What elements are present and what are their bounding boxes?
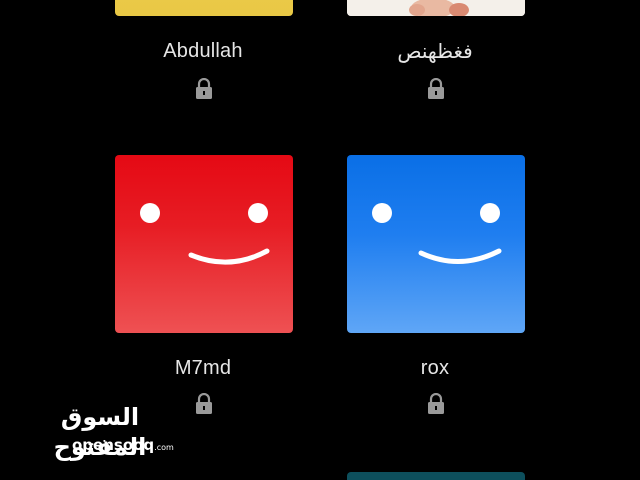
profile-avatar-rox[interactable] bbox=[347, 155, 525, 333]
profile-name[interactable]: M7md bbox=[93, 356, 313, 380]
lock-icon bbox=[196, 78, 212, 99]
smiley-face-icon bbox=[372, 203, 502, 264]
lock-icon bbox=[428, 78, 444, 99]
lock-icon bbox=[196, 393, 212, 414]
watermark-latin-text: opensooq.com bbox=[72, 436, 174, 454]
profile-avatar-abdullah[interactable] bbox=[115, 0, 293, 16]
lock-icon bbox=[428, 393, 444, 414]
smiley-face-icon bbox=[140, 203, 270, 265]
profile-name[interactable]: rox bbox=[325, 356, 545, 380]
profile-avatar-photo[interactable] bbox=[347, 0, 525, 16]
profile-selection-screen: Abdullah فغظهنص M7md rox السوق المفتوح o… bbox=[0, 0, 640, 480]
profile-avatar-m7md[interactable] bbox=[115, 155, 293, 333]
profile-avatar-partial[interactable] bbox=[347, 472, 525, 480]
photo-hands-image bbox=[347, 0, 525, 16]
profile-name[interactable]: Abdullah bbox=[93, 39, 313, 63]
profile-name[interactable]: فغظهنص bbox=[325, 39, 545, 63]
opensooq-watermark: السوق المفتوح opensooq.com bbox=[18, 402, 178, 461]
